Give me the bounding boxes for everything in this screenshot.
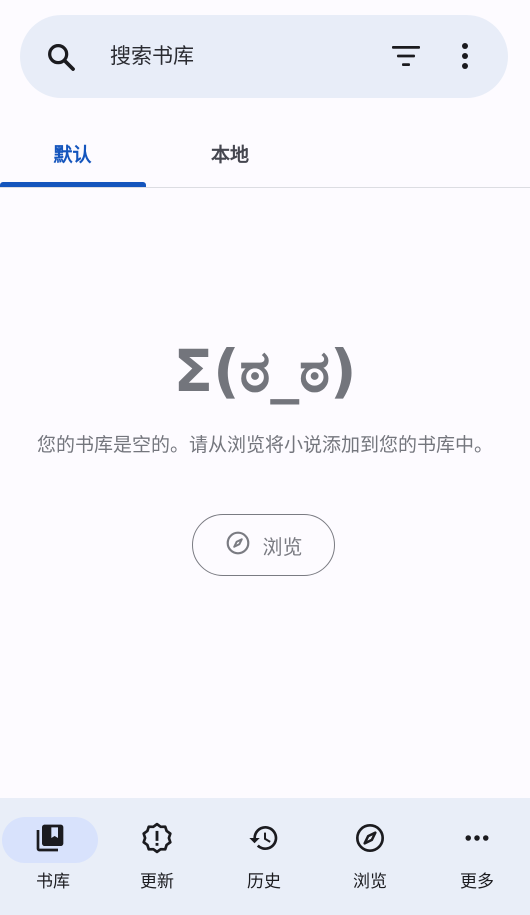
nav-item-more[interactable]: 更多 [424,798,530,915]
tab-bar: 默认 本地 [0,120,530,188]
tab-indicator [0,182,146,187]
nav-label-history: 历史 [247,872,281,892]
nav-icon-container [322,817,418,863]
browse-button[interactable]: 浏览 [192,514,335,576]
nav-label-library: 书库 [36,872,70,892]
search-icon[interactable] [44,40,78,78]
nav-label-more: 更多 [460,872,494,892]
nav-icon-container [109,817,205,863]
tab-local[interactable]: 本地 [160,120,300,187]
tab-default[interactable]: 默认 [0,120,145,187]
search-input[interactable]: 搜索书库 [110,42,194,70]
browse-button-label: 浏览 [262,534,303,559]
filter-icon[interactable] [391,44,421,72]
bottom-navigation: 书库 更新 历史 浏览 更多 [0,798,530,915]
nav-item-library[interactable]: 书库 [0,798,106,915]
nav-icon-container [216,817,312,863]
nav-item-history[interactable]: 历史 [211,798,317,915]
history-icon [248,822,280,858]
empty-state-face: Σ(ಠ_ಠ) [173,337,357,405]
more-horiz-icon [462,823,492,857]
nav-item-browse[interactable]: 浏览 [317,798,423,915]
compass-icon [354,822,386,858]
nav-item-updates[interactable]: 更新 [104,798,210,915]
library-icon [34,822,66,858]
compass-icon [225,530,251,560]
nav-label-updates: 更新 [140,872,174,892]
nav-icon-container [429,817,525,863]
search-bar[interactable] [20,15,508,98]
updates-icon [140,821,174,859]
empty-state-message: 您的书库是空的。请从浏览将小说添加到您的书库中。 [36,434,493,456]
more-vert-icon[interactable] [455,42,475,76]
nav-active-indicator [2,817,98,863]
nav-label-browse: 浏览 [353,872,387,892]
